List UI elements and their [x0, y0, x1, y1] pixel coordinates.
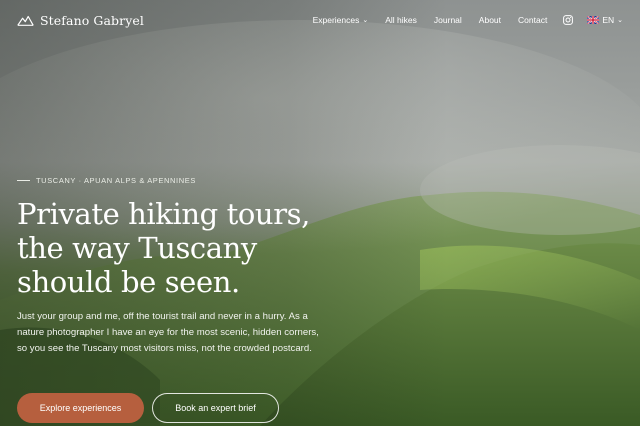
hero-cta-group: Explore experiences Book an expert brief: [17, 393, 279, 423]
nav-item-all-hikes[interactable]: All hikes: [385, 15, 417, 25]
chevron-down-icon: ⌄: [362, 17, 369, 24]
hero-description: Just your group and me, off the tourist …: [17, 311, 319, 354]
instagram-icon[interactable]: [563, 15, 574, 25]
language-switcher[interactable]: EN ⌄: [587, 15, 623, 25]
main-nav: Experiences ⌄ All hikes Journal About Co…: [313, 15, 623, 25]
brand-link[interactable]: Stefano Gabryel: [17, 13, 144, 28]
nav-item-experiences[interactable]: Experiences ⌄: [313, 15, 369, 25]
hero-content: TUSCANY · APUAN ALPS & APENNINES Private…: [17, 176, 337, 357]
eyebrow-text: TUSCANY · APUAN ALPS & APENNINES: [36, 176, 196, 185]
nav-item-label: Experiences: [312, 15, 360, 25]
hero-section: Stefano Gabryel Experiences ⌄ All hikes …: [0, 0, 640, 426]
site-header: Stefano Gabryel Experiences ⌄ All hikes …: [0, 0, 640, 40]
book-expert-brief-button[interactable]: Book an expert brief: [152, 393, 279, 423]
uk-flag-icon: [587, 16, 600, 24]
nav-item-about[interactable]: About: [479, 15, 501, 25]
chevron-down-icon: ⌄: [617, 17, 623, 24]
hero-title-line: should be seen.: [17, 265, 240, 299]
nav-item-contact[interactable]: Contact: [518, 15, 547, 25]
eyebrow-divider: [17, 180, 30, 181]
language-code: EN: [602, 15, 615, 25]
hero-eyebrow: TUSCANY · APUAN ALPS & APENNINES: [17, 176, 337, 185]
brand-name: Stefano Gabryel: [40, 12, 144, 28]
hero-title: Private hiking tours, the way Tuscany sh…: [17, 197, 337, 299]
explore-experiences-button[interactable]: Explore experiences: [17, 393, 144, 423]
mountain-icon: [17, 15, 34, 26]
hero-title-line: the way Tuscany: [17, 231, 257, 265]
hero-title-line: Private hiking tours,: [17, 197, 310, 231]
nav-item-journal[interactable]: Journal: [434, 15, 462, 25]
